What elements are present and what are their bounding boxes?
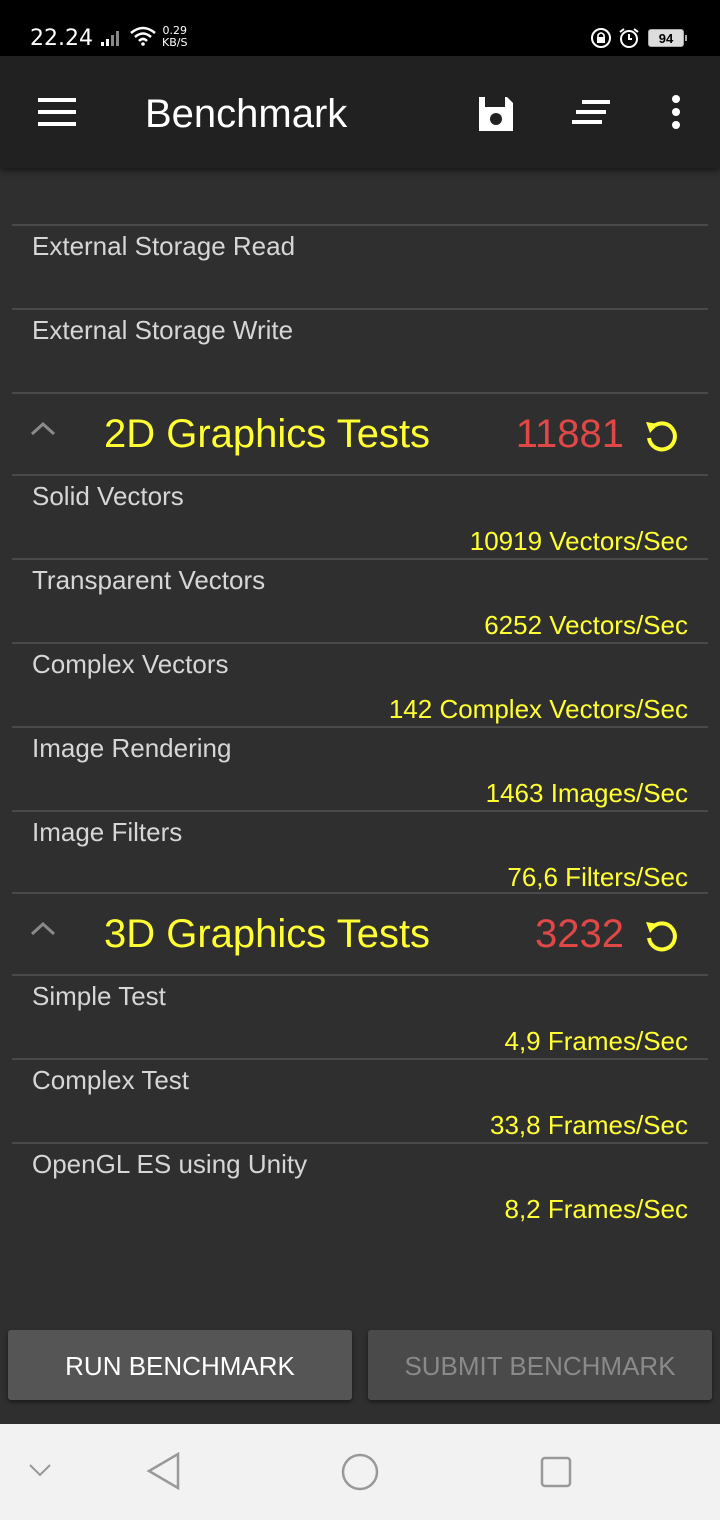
floppy-save-icon[interactable] bbox=[476, 94, 516, 139]
list-item[interactable]: External Storage Write bbox=[12, 308, 708, 392]
test-label: Simple Test bbox=[32, 981, 166, 1011]
home-icon[interactable] bbox=[340, 1452, 380, 1497]
page-title: Benchmark bbox=[145, 92, 348, 136]
chevron-down-icon[interactable] bbox=[28, 1462, 52, 1483]
list-item[interactable]: Transparent Vectors 6252 Vectors/Sec bbox=[12, 558, 708, 642]
list-item[interactable]: Image Filters 76,6 Filters/Sec bbox=[12, 810, 708, 894]
more-vert-icon[interactable] bbox=[668, 94, 684, 135]
test-label: OpenGL ES using Unity bbox=[32, 1149, 308, 1179]
test-value: 142 Complex Vectors/Sec bbox=[388, 694, 688, 724]
test-label: Solid Vectors bbox=[32, 481, 184, 511]
alarm-icon bbox=[618, 27, 640, 54]
list-item[interactable]: Complex Vectors 142 Complex Vectors/Sec bbox=[12, 642, 708, 726]
list-item[interactable]: Image Rendering 1463 Images/Sec bbox=[12, 726, 708, 810]
refresh-icon[interactable] bbox=[644, 418, 680, 459]
chevron-up-icon[interactable] bbox=[30, 920, 56, 941]
refresh-icon[interactable] bbox=[644, 918, 680, 959]
chevron-up-icon[interactable] bbox=[30, 420, 56, 441]
test-label: Image Rendering bbox=[32, 733, 232, 763]
hamburger-menu-icon[interactable] bbox=[38, 98, 76, 126]
test-label: Complex Vectors bbox=[32, 649, 229, 679]
status-time: 22.24 bbox=[30, 26, 93, 51]
test-value: 6252 Vectors/Sec bbox=[484, 610, 688, 640]
list-item[interactable]: Simple Test 4,9 Frames/Sec bbox=[12, 974, 708, 1058]
list-item[interactable]: Complex Test 33,8 Frames/Sec bbox=[12, 1058, 708, 1142]
test-value: 10919 Vectors/Sec bbox=[469, 526, 688, 556]
signal-icon bbox=[101, 30, 123, 51]
list-item[interactable]: Solid Vectors 10919 Vectors/Sec bbox=[12, 474, 708, 558]
run-benchmark-button[interactable]: RUN BENCHMARK bbox=[8, 1330, 352, 1400]
app-toolbar: Benchmark bbox=[0, 56, 720, 168]
test-label: External Storage Write bbox=[32, 315, 294, 345]
test-value: 8,2 Frames/Sec bbox=[504, 1194, 688, 1224]
results-list: External Storage Read External Storage W… bbox=[12, 168, 708, 1324]
test-value: 76,6 Filters/Sec bbox=[507, 862, 688, 892]
system-nav-bar bbox=[0, 1424, 720, 1520]
list-item[interactable]: OpenGL ES using Unity 8,2 Frames/Sec bbox=[12, 1142, 708, 1226]
section-title: 3D Graphics Tests bbox=[104, 912, 431, 956]
test-value: 33,8 Frames/Sec bbox=[490, 1110, 688, 1140]
rotation-lock-icon bbox=[590, 27, 612, 54]
test-value: 4,9 Frames/Sec bbox=[504, 1026, 688, 1056]
section-score: 3232 bbox=[535, 912, 624, 956]
network-speed: 0.29 KB/S bbox=[162, 25, 187, 49]
test-label: Image Filters bbox=[32, 817, 183, 847]
section-header-3d[interactable]: 3D Graphics Tests 3232 bbox=[12, 892, 708, 974]
battery-indicator: 94 bbox=[648, 29, 687, 47]
section-score: 11881 bbox=[515, 412, 624, 456]
recents-icon[interactable] bbox=[540, 1456, 572, 1493]
back-icon[interactable] bbox=[146, 1451, 180, 1495]
test-value: 1463 Images/Sec bbox=[485, 778, 688, 808]
list-item[interactable]: External Storage Read bbox=[12, 224, 708, 308]
section-header-2d[interactable]: 2D Graphics Tests 11881 bbox=[12, 392, 708, 474]
sort-lines-icon[interactable] bbox=[572, 100, 612, 129]
test-label: Transparent Vectors bbox=[32, 565, 266, 595]
section-title: 2D Graphics Tests bbox=[104, 412, 431, 456]
submit-benchmark-button[interactable]: SUBMIT BENCHMARK bbox=[368, 1330, 712, 1400]
wifi-icon bbox=[130, 26, 156, 51]
test-label: Complex Test bbox=[32, 1065, 190, 1095]
test-label: External Storage Read bbox=[32, 231, 296, 261]
status-bar: 22.24 0.29 KB/S 94 bbox=[0, 0, 720, 56]
network-speed-unit: KB/S bbox=[162, 36, 188, 49]
